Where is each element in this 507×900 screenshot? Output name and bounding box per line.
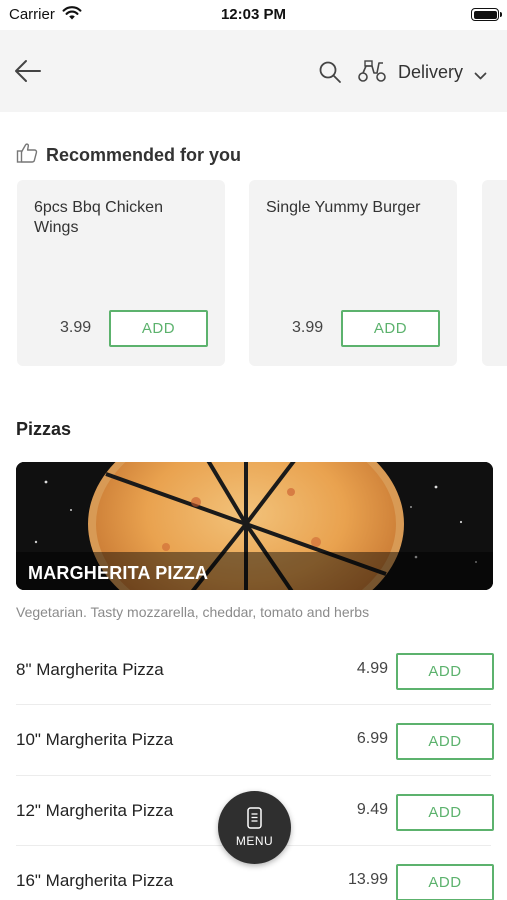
status-bar: Carrier 12:03 PM	[0, 0, 507, 30]
category-banner: MARGHERITA PIZZA	[16, 462, 493, 590]
item-name: 16" Margherita Pizza	[16, 871, 174, 890]
recommended-card-peek[interactable]	[482, 180, 507, 366]
item-price: 9.49	[356, 801, 388, 818]
item-price: 4.99	[356, 660, 388, 677]
card-item-name: 6pcs Bbq Chicken Wings	[34, 199, 163, 236]
add-button[interactable]: ADD	[341, 310, 440, 347]
add-button[interactable]: ADD	[396, 723, 494, 760]
add-button[interactable]: ADD	[396, 653, 494, 690]
add-button[interactable]: ADD	[396, 864, 494, 900]
back-button[interactable]	[12, 56, 44, 86]
nav-bar: Delivery	[0, 30, 507, 112]
search-button[interactable]	[318, 60, 342, 84]
chevron-down-icon[interactable]	[474, 68, 487, 86]
back-arrow-icon	[15, 60, 41, 82]
section-title-pizzas: Pizzas	[16, 419, 72, 439]
card-item-price: 3.99	[292, 319, 324, 336]
divider	[16, 775, 491, 776]
item-name: 8" Margherita Pizza	[16, 660, 164, 679]
recommended-title: Recommended for you	[46, 144, 242, 165]
menu-item-row[interactable]: 8" Margherita Pizza 4.99 ADD	[16, 636, 494, 706]
item-name: 10" Margherita Pizza	[16, 730, 174, 749]
search-icon	[319, 61, 341, 83]
category-description: Vegetarian. Tasty mozzarella, cheddar, t…	[16, 604, 370, 620]
menu-item-row[interactable]: 10" Margherita Pizza 6.99 ADD	[16, 706, 494, 776]
thumbs-up-icon	[16, 142, 38, 169]
banner-title: MARGHERITA PIZZA	[28, 563, 209, 583]
recommended-card[interactable]: 6pcs Bbq Chicken Wings 3.99 ADD	[17, 180, 225, 366]
battery-icon	[471, 8, 502, 21]
item-name: 12" Margherita Pizza	[16, 801, 174, 820]
divider	[16, 704, 491, 705]
card-item-name: Single Yummy Burger	[266, 199, 421, 216]
recommended-card[interactable]: Single Yummy Burger 3.99 ADD	[249, 180, 457, 366]
recommended-heading: Recommended for you	[16, 142, 241, 168]
scooter-icon[interactable]	[357, 59, 387, 83]
card-item-price: 3.99	[60, 319, 92, 336]
menu-fab-button[interactable]: MENU	[218, 791, 291, 864]
clock: 12:03 PM	[220, 6, 287, 23]
add-button[interactable]: ADD	[396, 794, 494, 831]
menu-phone-icon	[246, 807, 263, 834]
item-price: 6.99	[356, 730, 388, 747]
menu-fab-label: MENU	[235, 834, 274, 848]
add-button[interactable]: ADD	[109, 310, 208, 347]
item-price: 13.99	[347, 871, 388, 888]
delivery-mode-selector[interactable]: Delivery	[398, 62, 463, 83]
